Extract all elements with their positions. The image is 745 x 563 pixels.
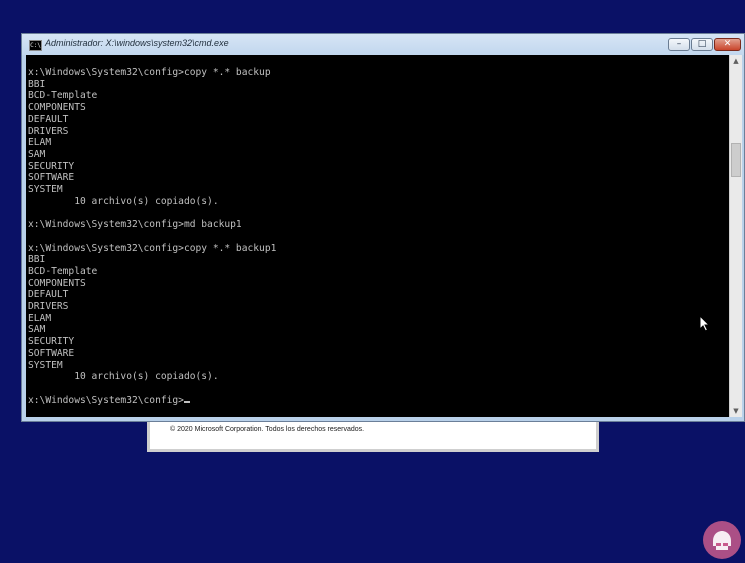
setup-copyright-text: © 2020 Microsoft Corporation. Todos los … xyxy=(170,426,365,433)
console-line: DRIVERS xyxy=(28,125,69,137)
console-line: x:\Windows\System32\config>md backup1 xyxy=(28,219,242,231)
console-lines: x:\Windows\System32\config>copy *.* back… xyxy=(28,67,276,382)
mouse-pointer-icon xyxy=(699,315,710,332)
console-line: 10 archivo(s) copiado(s). xyxy=(74,195,219,207)
console-line: x:\Windows\System32\config>copy *.* back… xyxy=(28,242,277,254)
console-line: SYSTEM xyxy=(28,359,63,371)
watermark-logo-icon xyxy=(703,521,741,559)
maximize-icon: □ xyxy=(697,39,707,49)
console-line: COMPONENTS xyxy=(28,102,86,114)
console-line: SYSTEM xyxy=(28,184,63,196)
console-line: DRIVERS xyxy=(28,301,69,313)
console-line: SAM xyxy=(28,148,46,160)
console-line: SECURITY xyxy=(28,160,75,172)
console-line: x:\Windows\System32\config>copy *.* back… xyxy=(28,67,271,78)
console-line: BCD-Template xyxy=(28,265,98,277)
console-line: DEFAULT xyxy=(28,289,69,301)
console-line: COMPONENTS xyxy=(28,277,86,289)
cmd-window[interactable]: C:\ Administrador: X:\windows\system32\c… xyxy=(21,33,745,422)
console-line: ELAM xyxy=(28,312,52,324)
console-line: SECURITY xyxy=(28,336,75,348)
minimize-button[interactable]: – xyxy=(668,38,690,51)
console-text: x:\Windows\System32\config>copy *.* back… xyxy=(28,67,276,406)
console-line: ELAM xyxy=(28,137,52,149)
console-line: DEFAULT xyxy=(28,113,69,125)
console-line: BBI xyxy=(28,78,46,90)
console-line: BBI xyxy=(28,254,46,266)
console-line: SAM xyxy=(28,324,46,336)
console-line: 10 archivo(s) copiado(s). xyxy=(74,371,219,383)
console-output[interactable]: x:\Windows\System32\config>copy *.* back… xyxy=(26,55,729,417)
window-title: Administrador: X:\windows\system32\cmd.e… xyxy=(45,38,229,48)
close-button[interactable]: ✕ xyxy=(714,38,741,51)
minimize-icon: – xyxy=(676,39,682,49)
text-cursor xyxy=(183,400,190,403)
console-prompt: x:\Windows\System32\config> xyxy=(28,394,184,406)
vertical-scrollbar[interactable]: ▲ ▼ xyxy=(729,55,742,417)
scroll-down-icon[interactable]: ▼ xyxy=(730,405,742,417)
console-line: BCD-Template xyxy=(28,90,98,102)
console-line: SOFTWARE xyxy=(28,347,75,359)
close-icon: ✕ xyxy=(723,39,732,49)
maximize-button[interactable]: □ xyxy=(691,38,713,51)
console-line: SOFTWARE xyxy=(28,172,75,184)
cmd-icon: C:\ xyxy=(29,40,42,51)
scroll-up-icon[interactable]: ▲ xyxy=(730,55,742,67)
scroll-thumb[interactable] xyxy=(731,143,741,177)
title-bar[interactable]: C:\ Administrador: X:\windows\system32\c… xyxy=(22,34,744,55)
